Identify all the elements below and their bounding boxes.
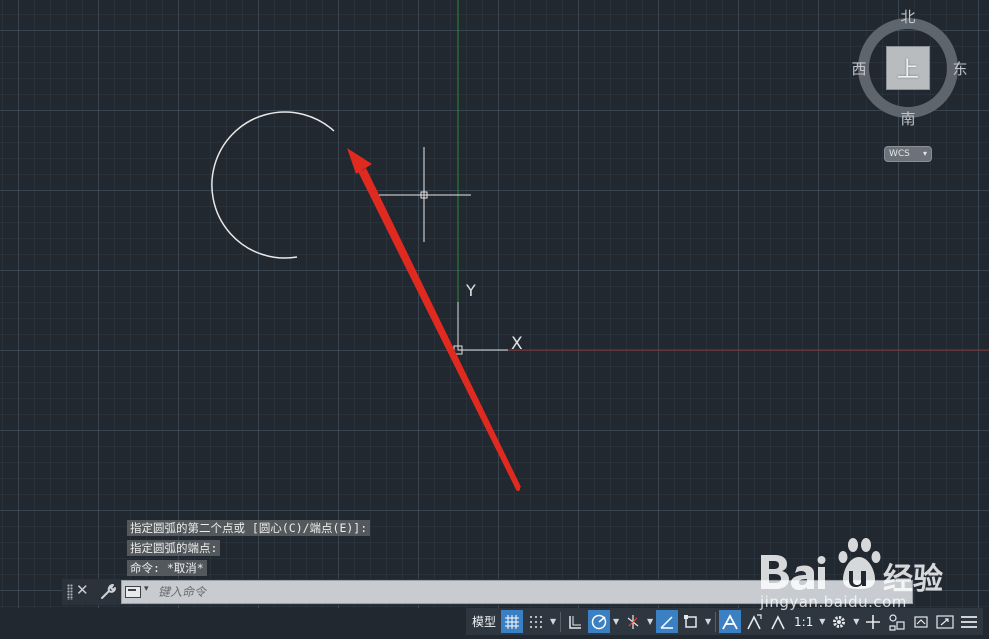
annotation-arrow: [347, 148, 521, 491]
isolate-objects-icon[interactable]: [886, 610, 908, 633]
wcs-label: WCS: [889, 149, 910, 159]
drag-handle-icon[interactable]: [67, 584, 73, 600]
annotation-scale-icon[interactable]: [767, 610, 789, 633]
close-icon[interactable]: ✕: [76, 581, 89, 599]
command-prompt-icon[interactable]: [125, 586, 141, 598]
viewcube-top-face[interactable]: 上: [886, 46, 930, 90]
fullscreen-icon[interactable]: [934, 610, 956, 633]
auto-scale-icon[interactable]: [743, 610, 765, 633]
drawing-canvas[interactable]: Y X 上 北 南 西 东 WCS ▾ 指定圆弧的第二个点或 [圆心(C)/端点…: [0, 0, 989, 608]
chevron-down-icon[interactable]: ▼: [645, 617, 655, 626]
divider: [560, 611, 562, 632]
chevron-down-icon[interactable]: ▼: [817, 617, 827, 626]
watermark-url: jingyan.baidu.com: [760, 593, 907, 611]
isodraft-icon[interactable]: [622, 610, 644, 633]
svg-text:经验: 经验: [883, 562, 943, 597]
compass-south[interactable]: 南: [898, 108, 918, 129]
drawing-svg: Y X: [211, 0, 989, 491]
command-history-line: 命令: *取消*: [127, 560, 207, 576]
scale-button[interactable]: 1:1: [791, 610, 816, 633]
model-space-button[interactable]: 模型: [469, 610, 499, 633]
annotation-visibility-icon[interactable]: [719, 610, 742, 633]
osnap-icon[interactable]: [680, 610, 702, 633]
arc-shape: [211, 111, 335, 259]
wcs-menu-button[interactable]: WCS ▾: [884, 146, 932, 162]
chevron-down-icon[interactable]: ▼: [851, 617, 861, 626]
chevron-down-icon[interactable]: ▼: [548, 617, 558, 626]
compass-east[interactable]: 东: [950, 58, 970, 79]
viewcube[interactable]: 上 北 南 西 东 WCS ▾: [848, 4, 972, 164]
wrench-icon[interactable]: [99, 582, 117, 600]
snap-icon[interactable]: [525, 610, 547, 633]
workspace-gear-icon[interactable]: [828, 610, 850, 633]
chevron-down-icon[interactable]: ▾: [144, 584, 149, 594]
command-history-line: 指定圆弧的第二个点或 [圆心(C)/端点(E)]:: [127, 520, 371, 536]
ucs-x-label: X: [511, 334, 523, 354]
compass-west[interactable]: 西: [849, 58, 869, 79]
command-history-line: 指定圆弧的端点:: [127, 540, 221, 556]
plus-icon[interactable]: [862, 610, 884, 633]
divider: [715, 611, 717, 632]
ucs-icon: [453, 302, 508, 355]
ucs-y-label: Y: [465, 281, 476, 300]
chevron-down-icon[interactable]: ▼: [703, 617, 713, 626]
dynamic-ucs-icon[interactable]: [656, 610, 679, 633]
hardware-acceleration-icon[interactable]: [910, 610, 932, 633]
chevron-down-icon[interactable]: ▼: [611, 617, 621, 626]
customize-menu-icon[interactable]: [958, 610, 980, 633]
ortho-icon[interactable]: [564, 610, 586, 633]
command-input[interactable]: [158, 583, 858, 601]
polar-icon[interactable]: [588, 610, 611, 633]
chevron-down-icon: ▾: [922, 149, 927, 158]
grid-icon[interactable]: [501, 610, 524, 633]
compass-north[interactable]: 北: [898, 6, 918, 27]
